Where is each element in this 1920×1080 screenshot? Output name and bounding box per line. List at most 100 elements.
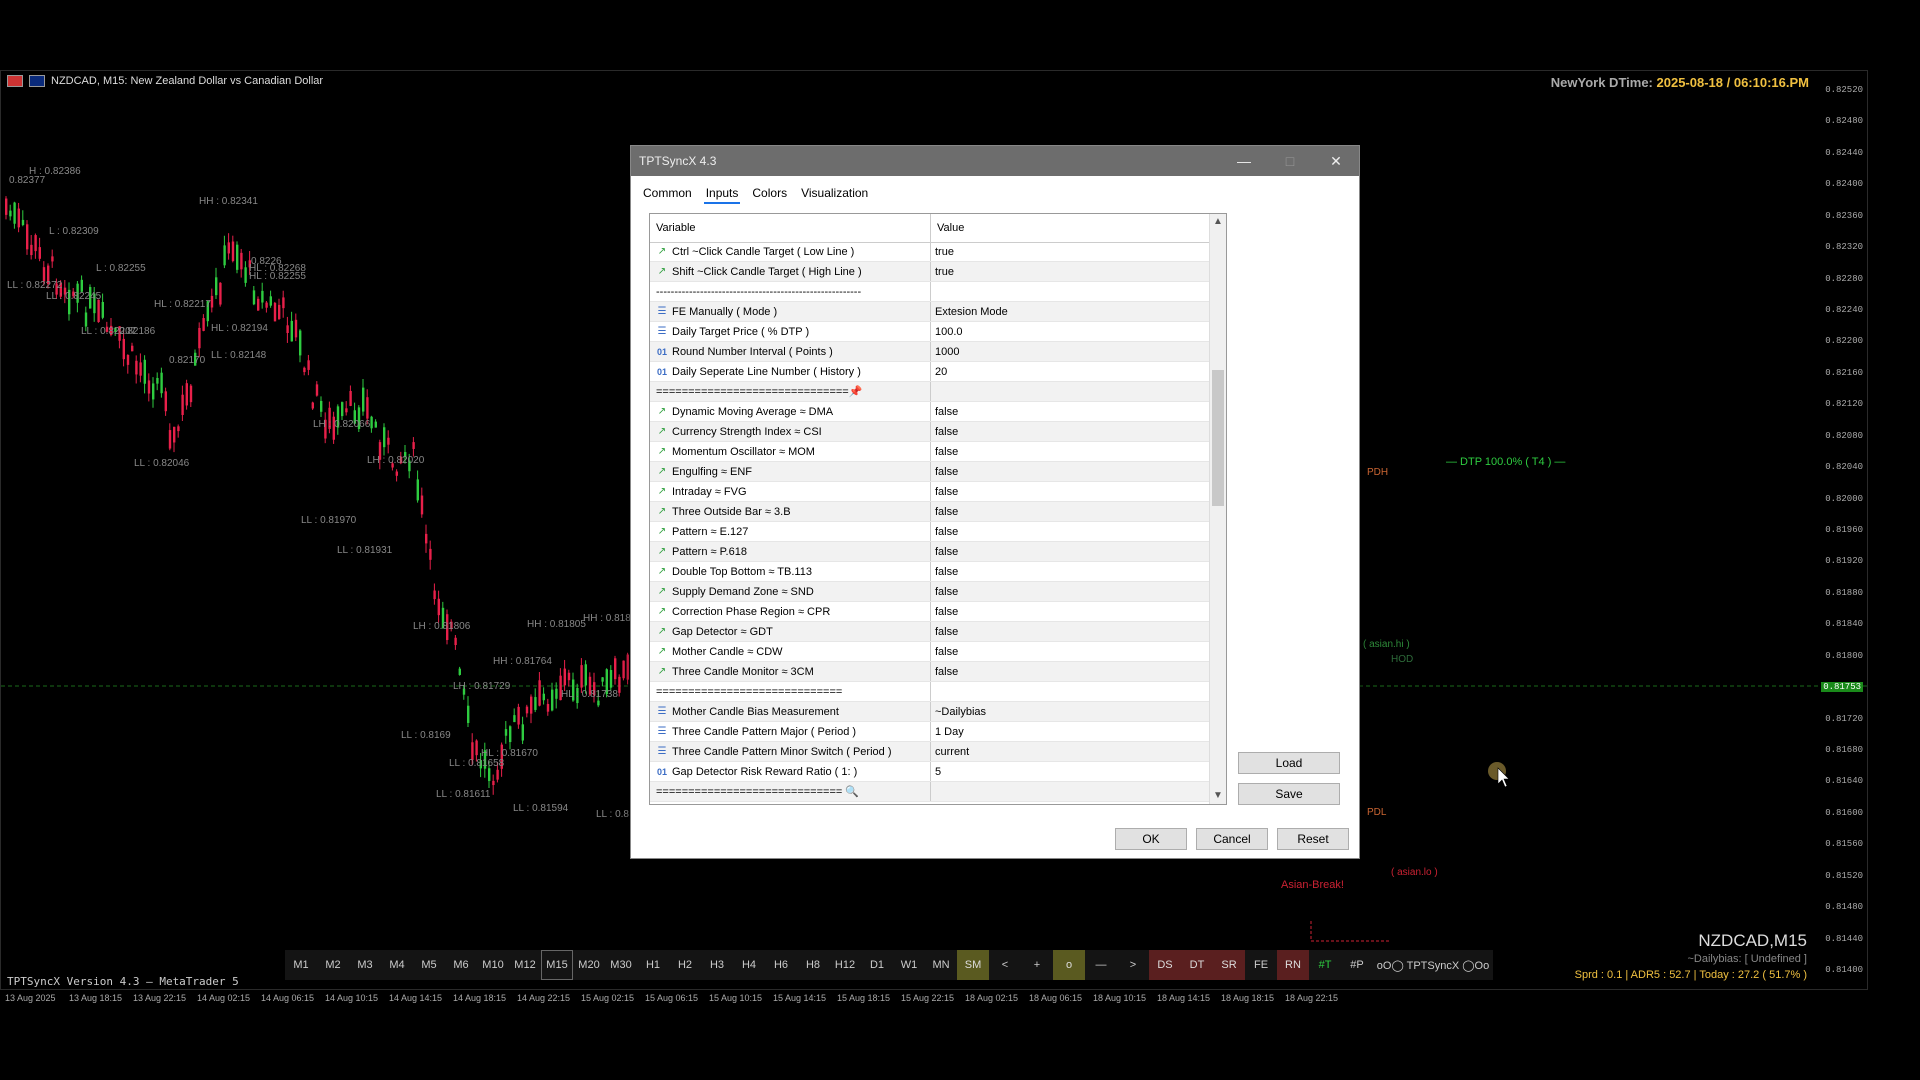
toolbar-button[interactable]: FE (1245, 950, 1277, 980)
table-row[interactable]: ↗ Momentum Oscillator ≈ MOM false (650, 442, 1210, 462)
scroll-down-icon[interactable]: ▼ (1210, 788, 1226, 804)
toolbar-button[interactable]: #T (1309, 950, 1341, 980)
toolbar-button[interactable]: < (989, 950, 1021, 980)
toolbar-button[interactable]: SR (1213, 950, 1245, 980)
grid-scrollbar[interactable]: ▲ ▼ (1209, 214, 1226, 804)
table-row[interactable]: ↗ Three Outside Bar ≈ 3.B false (650, 502, 1210, 522)
table-row[interactable]: ============================= 🔍 (650, 782, 1210, 802)
reset-button[interactable]: Reset (1277, 828, 1349, 850)
toolbar-button[interactable]: DS (1149, 950, 1181, 980)
table-row[interactable]: ☰ Three Candle Pattern Minor Switch ( Per… (650, 742, 1210, 762)
toolbar-button[interactable]: M2 (317, 950, 349, 980)
row-value[interactable]: ~Dailybias (931, 702, 1210, 721)
table-row[interactable]: 01 Gap Detector Risk Reward Ratio ( 1: ) 5 (650, 762, 1210, 782)
row-value[interactable]: false (931, 662, 1210, 681)
table-row[interactable]: ↗ Gap Detector ≈ GDT false (650, 622, 1210, 642)
toolbar-button[interactable]: W1 (893, 950, 925, 980)
minimize-icon[interactable]: — (1221, 146, 1267, 176)
inputs-grid[interactable]: Variable Value ↗ Ctrl ~Click Candle Targe… (649, 213, 1227, 805)
table-row[interactable]: ☰ Daily Target Price ( % DTP ) 100.0 (650, 322, 1210, 342)
row-value[interactable]: false (931, 402, 1210, 421)
toolbar-button[interactable]: — (1085, 950, 1117, 980)
toolbar-button[interactable]: M3 (349, 950, 381, 980)
ok-button[interactable]: OK (1115, 828, 1187, 850)
row-value[interactable]: false (931, 582, 1210, 601)
row-value[interactable] (931, 382, 1210, 401)
table-row[interactable]: ↗ Three Candle Monitor ≈ 3CM false (650, 662, 1210, 682)
toolbar-button[interactable]: + (1021, 950, 1053, 980)
table-row[interactable]: ↗ Correction Phase Region ≈ CPR false (650, 602, 1210, 622)
toolbar-button[interactable]: M20 (573, 950, 605, 980)
table-row[interactable]: ☰ FE Manually ( Mode ) Extesion Mode (650, 302, 1210, 322)
row-value[interactable]: false (931, 442, 1210, 461)
toolbar-button[interactable]: M6 (445, 950, 477, 980)
table-row[interactable]: ↗ Mother Candle ≈ CDW false (650, 642, 1210, 662)
row-value[interactable]: false (931, 602, 1210, 621)
row-value[interactable]: 100.0 (931, 322, 1210, 341)
table-row[interactable]: ↗ Supply Demand Zone ≈ SND false (650, 582, 1210, 602)
table-row[interactable]: 01 Round Number Interval ( Points ) 1000 (650, 342, 1210, 362)
row-value[interactable]: 1 Day (931, 722, 1210, 741)
row-value[interactable] (931, 682, 1210, 701)
toolbar-button[interactable]: o (1053, 950, 1085, 980)
maximize-icon[interactable]: □ (1267, 146, 1313, 176)
save-button[interactable]: Save (1238, 783, 1340, 805)
row-value[interactable]: false (931, 542, 1210, 561)
scrollbar-thumb[interactable] (1212, 370, 1224, 506)
table-row[interactable]: ↗ Pattern ≈ P.618 false (650, 542, 1210, 562)
toolbar-button[interactable]: RN (1277, 950, 1309, 980)
table-row[interactable]: ☰ Mother Candle Bias Measurement ~Dailybia… (650, 702, 1210, 722)
cancel-button[interactable]: Cancel (1196, 828, 1268, 850)
table-row[interactable]: ↗ Intraday ≈ FVG false (650, 482, 1210, 502)
row-value[interactable]: false (931, 622, 1210, 641)
row-value[interactable]: 1000 (931, 342, 1210, 361)
table-row[interactable]: ↗ Ctrl ~Click Candle Target ( Low Line ) t… (650, 242, 1210, 262)
toolbar-button[interactable]: H6 (765, 950, 797, 980)
toolbar-button[interactable]: M5 (413, 950, 445, 980)
table-row[interactable]: ----------------------------------------… (650, 282, 1210, 302)
row-value[interactable]: current (931, 742, 1210, 761)
tab-visualization[interactable]: Visualization (799, 184, 870, 204)
toolbar-button[interactable]: MN (925, 950, 957, 980)
column-header-variable[interactable]: Variable (650, 214, 931, 242)
toolbar-button[interactable]: DT (1181, 950, 1213, 980)
row-value[interactable]: false (931, 462, 1210, 481)
load-button[interactable]: Load (1238, 752, 1340, 774)
toolbar-button[interactable]: M15 (541, 950, 573, 980)
toolbar-button[interactable]: H3 (701, 950, 733, 980)
row-value[interactable] (931, 782, 1210, 801)
row-value[interactable]: false (931, 522, 1210, 541)
table-row[interactable]: ☰ Three Candle Pattern Major ( Period ) 1 … (650, 722, 1210, 742)
toolbar-button[interactable]: oO◯ TPTSyncX ◯Oo (1373, 950, 1493, 980)
table-row[interactable]: ↗ Pattern ≈ E.127 false (650, 522, 1210, 542)
row-value[interactable]: true (931, 262, 1210, 281)
tab-colors[interactable]: Colors (750, 184, 789, 204)
toolbar-button[interactable]: H8 (797, 950, 829, 980)
row-value[interactable]: false (931, 502, 1210, 521)
toolbar-button[interactable]: M1 (285, 950, 317, 980)
toolbar-button[interactable]: H2 (669, 950, 701, 980)
table-row[interactable]: ============================= (650, 682, 1210, 702)
row-value[interactable]: false (931, 562, 1210, 581)
table-row[interactable]: ↗ Double Top Bottom ≈ TB.113 false (650, 562, 1210, 582)
row-value[interactable]: 5 (931, 762, 1210, 781)
toolbar-button[interactable]: H1 (637, 950, 669, 980)
toolbar-button[interactable]: H4 (733, 950, 765, 980)
toolbar-button[interactable]: M4 (381, 950, 413, 980)
row-value[interactable]: false (931, 422, 1210, 441)
toolbar-button[interactable]: M12 (509, 950, 541, 980)
close-icon[interactable]: ✕ (1313, 146, 1359, 176)
toolbar-button[interactable]: > (1117, 950, 1149, 980)
row-value[interactable]: false (931, 642, 1210, 661)
table-row[interactable]: ↗ Shift ~Click Candle Target ( High Line … (650, 262, 1210, 282)
toolbar-button[interactable]: SM (957, 950, 989, 980)
row-value[interactable]: true (931, 242, 1210, 261)
table-row[interactable]: ↗ Engulfing ≈ ENF false (650, 462, 1210, 482)
toolbar-button[interactable]: #P (1341, 950, 1373, 980)
table-row[interactable]: ↗ Currency Strength Index ≈ CSI false (650, 422, 1210, 442)
row-value[interactable]: Extesion Mode (931, 302, 1210, 321)
toolbar-button[interactable]: M30 (605, 950, 637, 980)
tab-common[interactable]: Common (641, 184, 694, 204)
table-row[interactable]: 01 Daily Seperate Line Number ( History )… (650, 362, 1210, 382)
toolbar-button[interactable]: M10 (477, 950, 509, 980)
